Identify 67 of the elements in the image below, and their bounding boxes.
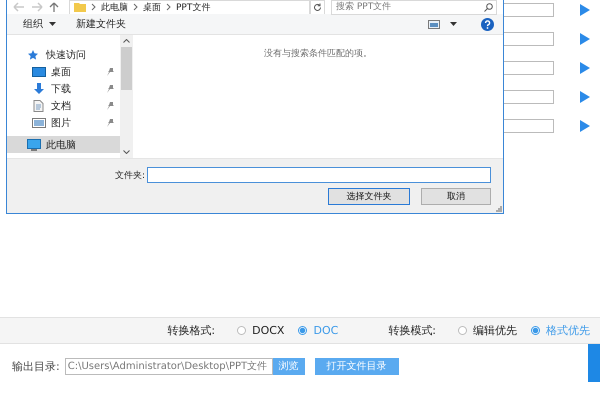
pin-icon xyxy=(107,118,114,126)
forward-arrow-icon xyxy=(31,2,43,12)
radio-option[interactable]: 编辑优先 xyxy=(458,323,517,338)
resize-grip-icon xyxy=(496,206,502,212)
up-arrow-icon xyxy=(49,2,59,12)
output-path-field[interactable]: C:\Users\Administrator\Desktop\PPT文件 xyxy=(64,358,273,374)
play-icon xyxy=(580,62,590,74)
organize-menu[interactable]: 组织 xyxy=(21,16,45,32)
scroll-down-icon xyxy=(122,150,130,154)
nav-item[interactable]: 下载 xyxy=(7,80,120,97)
nav-label: 快速访问 xyxy=(46,48,87,62)
down-arrow-icon xyxy=(32,82,46,94)
scrollbar[interactable] xyxy=(120,35,132,158)
nav-label: 图片 xyxy=(51,116,72,130)
picture-icon xyxy=(32,116,46,128)
folder-label: 文件夹: xyxy=(114,170,145,182)
view-icon xyxy=(428,20,440,28)
play-icon xyxy=(580,120,590,132)
play-icon xyxy=(580,33,590,45)
search-field[interactable]: 搜索 PPT文件 xyxy=(331,0,497,14)
scrollbar-thumb[interactable] xyxy=(120,47,132,90)
breadcrumb-item[interactable]: PPT文件 xyxy=(176,0,210,14)
nav-item[interactable]: 桌面 xyxy=(7,63,120,80)
caret-down-icon xyxy=(450,22,457,26)
start-button[interactable] xyxy=(588,344,600,382)
radio-label: 编辑优先 xyxy=(473,323,517,338)
nav-item[interactable]: 此电脑 xyxy=(7,136,120,153)
radio-label: DOCX xyxy=(252,324,284,337)
play-icon xyxy=(580,4,590,16)
refresh-icon xyxy=(313,2,322,12)
help-icon xyxy=(481,18,494,30)
radio-label: DOC xyxy=(313,324,338,337)
nav-item[interactable]: 快速访问 xyxy=(7,46,120,63)
dialog-button[interactable]: 取消 xyxy=(421,188,491,205)
pin-icon xyxy=(107,68,114,76)
pin-icon xyxy=(107,84,114,92)
chevron-right-icon xyxy=(166,3,171,11)
search-icon xyxy=(484,2,493,12)
radio-label: 格式优先 xyxy=(546,323,590,338)
monitor-icon xyxy=(32,66,46,78)
chevron-right-icon xyxy=(133,3,138,11)
caret-down-icon xyxy=(49,22,56,26)
nav-label: 文档 xyxy=(51,100,72,112)
back-arrow-icon xyxy=(13,2,25,12)
output-label: 输出目录: xyxy=(12,358,60,374)
nav-label: 桌面 xyxy=(51,66,72,78)
nav-item[interactable]: 图片 xyxy=(7,114,120,131)
mode-label: 转换模式: xyxy=(388,323,436,338)
dialog-button[interactable]: 选择文件夹 xyxy=(328,188,410,205)
play-icon xyxy=(580,91,590,103)
format-label: 转换格式: xyxy=(167,323,216,338)
pin-icon xyxy=(107,102,114,110)
nav-label: 此电脑 xyxy=(46,138,77,152)
nav-item[interactable]: 文档 xyxy=(7,97,120,114)
empty-message: 没有与搜索条件匹配的项。 xyxy=(264,48,372,59)
chevron-right-icon xyxy=(91,3,96,11)
radio-option[interactable]: DOCX xyxy=(237,324,284,337)
folder-icon xyxy=(74,2,86,12)
scroll-up-icon xyxy=(122,39,130,43)
nav-label: 下载 xyxy=(51,82,72,96)
breadcrumb-item[interactable]: 桌面 xyxy=(143,0,161,14)
new-folder-button[interactable]: 新建文件夹 xyxy=(74,16,128,32)
breadcrumb-item[interactable]: 此电脑 xyxy=(101,0,128,14)
document-icon xyxy=(32,100,46,112)
folder-input[interactable] xyxy=(147,167,491,183)
star-icon xyxy=(27,48,41,60)
computer-icon xyxy=(27,138,41,150)
